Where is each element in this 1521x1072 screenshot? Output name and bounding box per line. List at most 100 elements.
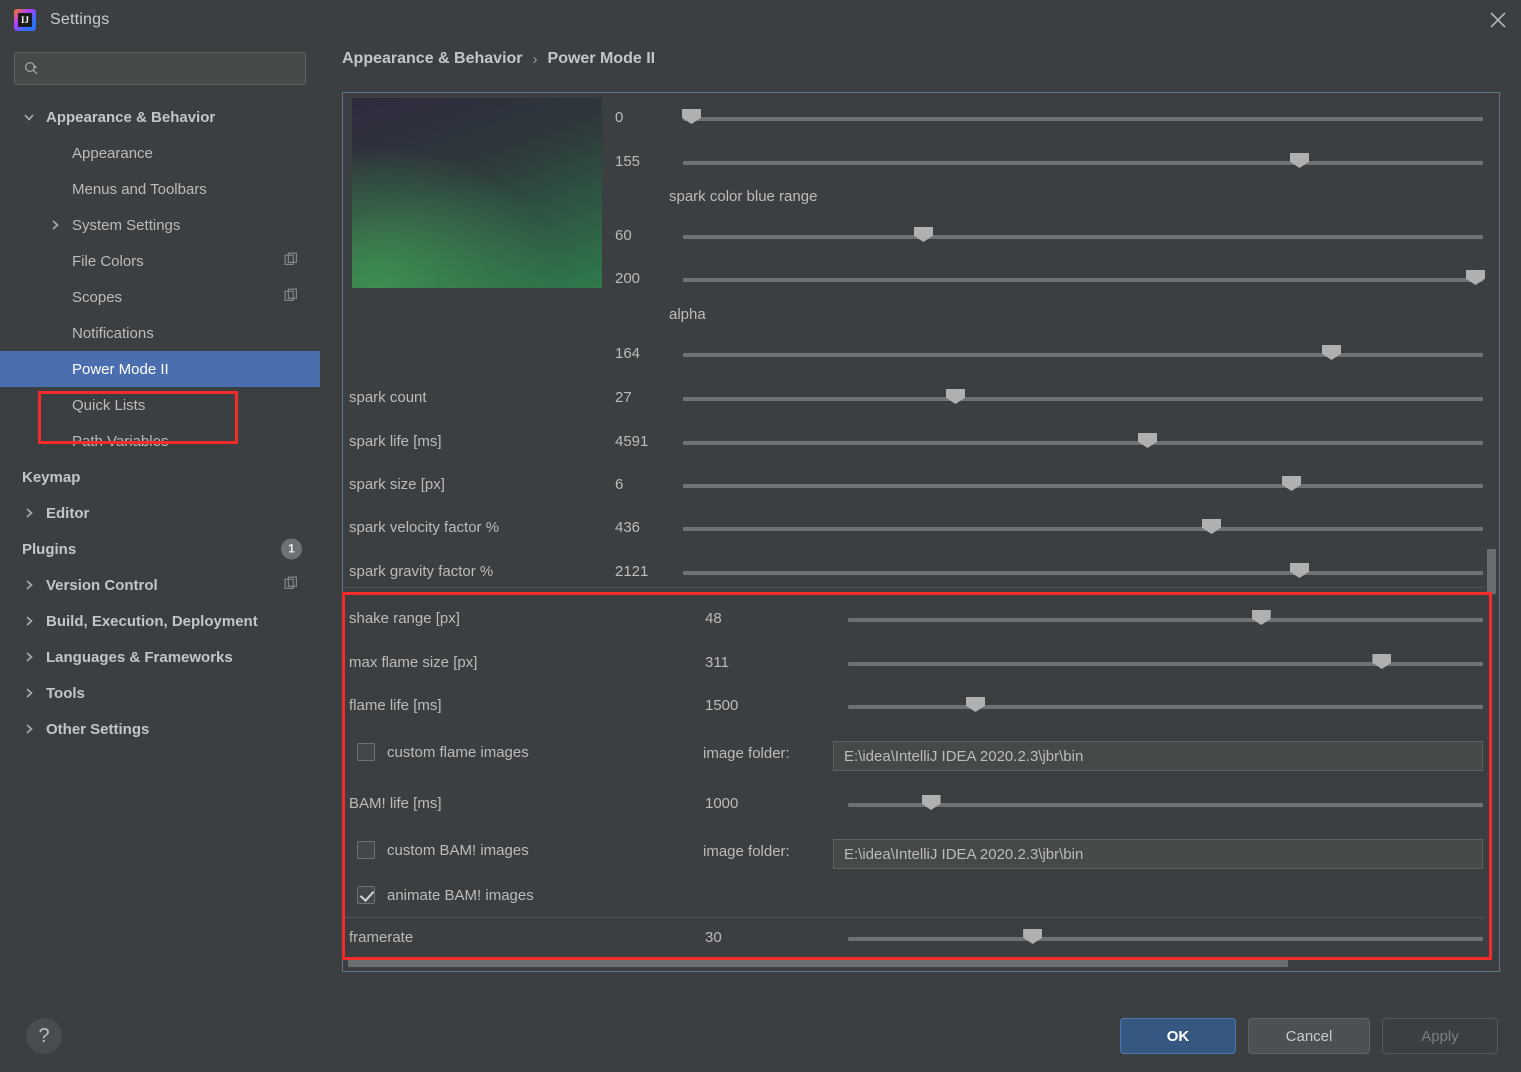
- checkbox-custom-flame-images[interactable]: [357, 743, 375, 761]
- slider-flame-life-ms[interactable]: [848, 696, 1483, 718]
- slider-shake-range-px[interactable]: [848, 609, 1483, 631]
- vertical-scrollbar-thumb[interactable]: [1487, 549, 1496, 594]
- chevron-right-icon[interactable]: [22, 614, 36, 628]
- slider-spark-gravity-factor[interactable]: [683, 562, 1483, 584]
- sidebar-item-label: Power Mode II: [72, 360, 169, 378]
- apply-button[interactable]: Apply: [1382, 1018, 1498, 1054]
- search-box[interactable]: [14, 52, 306, 85]
- slider-row-4[interactable]: [683, 344, 1483, 366]
- chevron-right-icon[interactable]: [22, 506, 36, 520]
- breadcrumb-root[interactable]: Appearance & Behavior: [342, 50, 523, 68]
- slider-spark-size-px[interactable]: [683, 475, 1483, 497]
- slider-thumb[interactable]: [1290, 153, 1309, 168]
- slider-thumb[interactable]: [1372, 654, 1392, 669]
- sidebar-item-other-settings[interactable]: Other Settings: [0, 711, 320, 747]
- sidebar-item-quick-lists[interactable]: Quick Lists: [0, 387, 320, 423]
- slider-bam-life-ms[interactable]: [848, 794, 1483, 816]
- slider-thumb[interactable]: [1322, 345, 1341, 360]
- slider-value-row-1: 155: [615, 153, 641, 170]
- sidebar-item-menus-and-toolbars[interactable]: Menus and Toolbars: [0, 171, 320, 207]
- slider-label-spark-gravity-factor: spark gravity factor %: [349, 563, 494, 580]
- sidebar-item-version-control[interactable]: Version Control: [0, 567, 320, 603]
- sidebar-item-editor[interactable]: Editor: [0, 495, 320, 531]
- sidebar-item-build-execution-deployment[interactable]: Build, Execution, Deployment: [0, 603, 320, 639]
- sidebar-item-plugins[interactable]: Plugins 1: [0, 531, 320, 567]
- sidebar-item-tools[interactable]: Tools: [0, 675, 320, 711]
- sidebar-item-notifications[interactable]: Notifications: [0, 315, 320, 351]
- chevron-down-icon[interactable]: [22, 110, 36, 124]
- search-input[interactable]: [39, 60, 305, 77]
- sidebar-item-path-variables[interactable]: Path Variables: [0, 423, 320, 459]
- sidebar-item-power-mode-ii[interactable]: Power Mode II: [0, 351, 320, 387]
- title-bar: IJ Settings: [0, 0, 1521, 40]
- cancel-button[interactable]: Cancel: [1248, 1018, 1370, 1054]
- slider-row-3[interactable]: [683, 269, 1485, 291]
- sidebar-item-keymap[interactable]: Keymap: [0, 459, 320, 495]
- search-icon: [24, 61, 39, 76]
- slider-thumb[interactable]: [914, 227, 933, 242]
- sidebar-item-system-settings[interactable]: System Settings: [0, 207, 320, 243]
- chevron-right-icon[interactable]: [22, 722, 36, 736]
- slider-thumb[interactable]: [1282, 476, 1301, 491]
- sidebar-item-label: Version Control: [46, 576, 158, 594]
- sidebar-item-label: File Colors: [72, 252, 144, 270]
- checkbox-row-animate-bam-images[interactable]: animate BAM! images: [357, 886, 534, 904]
- slider-spark-life-ms[interactable]: [683, 432, 1483, 454]
- slider-value-row-3: 200: [615, 270, 641, 287]
- intellij-idea-icon: IJ: [14, 9, 36, 31]
- slider-thumb[interactable]: [682, 109, 701, 124]
- slider-thumb[interactable]: [1023, 929, 1043, 944]
- chevron-right-icon[interactable]: [22, 686, 36, 700]
- horizontal-scrollbar[interactable]: [344, 958, 1488, 970]
- slider-track: [683, 484, 1483, 488]
- slider-framerate[interactable]: [848, 928, 1483, 950]
- copy-icon[interactable]: [284, 288, 298, 306]
- slider-thumb[interactable]: [1466, 270, 1485, 285]
- help-button[interactable]: ?: [26, 1018, 62, 1054]
- slider-label-spark-size-px: spark size [px]: [349, 476, 445, 493]
- sidebar-item-scopes[interactable]: Scopes: [0, 279, 320, 315]
- checkbox-label-custom-bam-images: custom BAM! images: [387, 841, 529, 859]
- slider-row-1[interactable]: [683, 152, 1483, 174]
- chevron-right-icon[interactable]: [22, 650, 36, 664]
- slider-row-2[interactable]: [683, 226, 1483, 248]
- slider-max-flame-size-px[interactable]: [848, 653, 1483, 675]
- slider-thumb[interactable]: [1251, 610, 1271, 625]
- slider-thumb[interactable]: [1138, 433, 1157, 448]
- settings-scroll-content: 0 155 60 200 164 spark count 27 spark life [ms]…: [343, 93, 1499, 971]
- slider-label-flame-life-ms: flame life [ms]: [349, 697, 442, 714]
- copy-icon[interactable]: [284, 252, 298, 270]
- slider-thumb[interactable]: [1290, 563, 1309, 578]
- breadcrumb: Appearance & Behavior › Power Mode II: [342, 50, 655, 68]
- slider-value-spark-velocity-factor: 436: [615, 519, 641, 536]
- sidebar-item-file-colors[interactable]: File Colors: [0, 243, 320, 279]
- sidebar-item-languages-frameworks[interactable]: Languages & Frameworks: [0, 639, 320, 675]
- horizontal-scrollbar-thumb[interactable]: [348, 958, 1288, 967]
- slider-thumb[interactable]: [946, 389, 965, 404]
- ok-button[interactable]: OK: [1120, 1018, 1236, 1054]
- sidebar-item-label: Other Settings: [46, 720, 150, 738]
- image-folder-input-1[interactable]: E:\idea\IntelliJ IDEA 2020.2.3\jbr\bin: [833, 741, 1483, 771]
- settings-tree: Appearance & Behavior Appearance Menus and…: [0, 99, 320, 747]
- copy-icon[interactable]: [284, 576, 298, 594]
- checkbox-row-custom-bam-images[interactable]: custom BAM! images: [357, 841, 529, 859]
- slider-value-spark-count: 27: [615, 389, 632, 406]
- slider-row-0[interactable]: [682, 108, 1483, 130]
- slider-thumb[interactable]: [966, 697, 985, 712]
- chevron-right-icon[interactable]: [22, 578, 36, 592]
- sidebar-item-appearance[interactable]: Appearance: [0, 135, 320, 171]
- slider-thumb[interactable]: [921, 795, 941, 810]
- slider-spark-velocity-factor[interactable]: [683, 518, 1483, 540]
- slider-thumb[interactable]: [1202, 519, 1221, 534]
- sidebar-item-appearance-behavior[interactable]: Appearance & Behavior: [0, 99, 320, 135]
- checkbox-custom-bam-images[interactable]: [357, 841, 375, 859]
- vertical-scrollbar[interactable]: [1486, 94, 1498, 971]
- image-folder-input-2[interactable]: E:\idea\IntelliJ IDEA 2020.2.3\jbr\bin: [833, 839, 1483, 869]
- close-icon[interactable]: [1475, 0, 1521, 40]
- checkbox-row-custom-flame-images[interactable]: custom flame images: [357, 743, 529, 761]
- checkbox-animate-bam-images[interactable]: [357, 886, 375, 904]
- chevron-right-icon[interactable]: [48, 218, 62, 232]
- slider-track: [848, 937, 1483, 941]
- slider-track: [683, 235, 1483, 239]
- slider-spark-count[interactable]: [683, 388, 1483, 410]
